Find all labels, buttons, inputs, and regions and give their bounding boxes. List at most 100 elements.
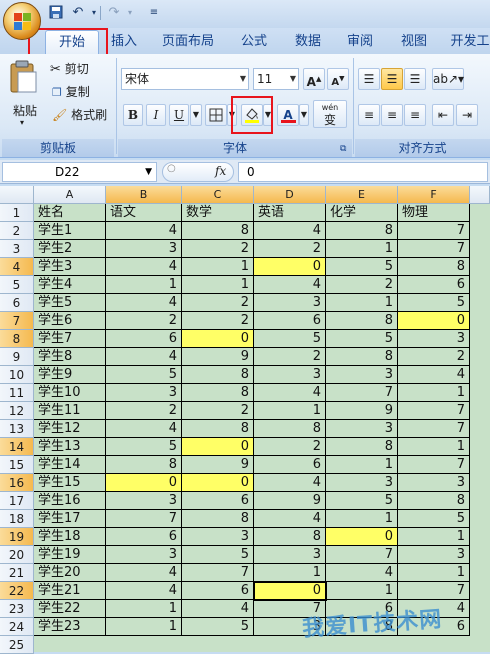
table-cell[interactable]: 2 xyxy=(182,240,254,258)
table-cell[interactable]: 学生8 xyxy=(34,348,106,366)
header-cell[interactable]: 物理 xyxy=(398,204,470,222)
table-cell[interactable]: 3 xyxy=(106,240,182,258)
undo-icon[interactable]: ↶ xyxy=(70,5,86,21)
table-cell[interactable]: 1 xyxy=(326,510,398,528)
table-cell[interactable]: 7 xyxy=(398,420,470,438)
table-cell[interactable]: 8 xyxy=(106,456,182,474)
tab-formulas[interactable]: 公式 xyxy=(232,30,276,54)
row-header-24[interactable]: 24 xyxy=(0,618,34,636)
table-cell[interactable]: 3 xyxy=(254,546,326,564)
table-cell[interactable]: 学生16 xyxy=(34,492,106,510)
table-cell[interactable]: 2 xyxy=(254,348,326,366)
row-header-19[interactable]: 19 xyxy=(0,528,34,546)
column-header-e[interactable]: E xyxy=(326,186,398,204)
table-cell[interactable]: 4 xyxy=(106,222,182,240)
table-cell[interactable]: 2 xyxy=(254,240,326,258)
table-cell[interactable]: 0 xyxy=(182,330,254,348)
align-center-button[interactable]: ≡ xyxy=(381,104,403,126)
table-cell[interactable]: 1 xyxy=(326,582,398,600)
row-header-13[interactable]: 13 xyxy=(0,420,34,438)
customize-toolbar-icon[interactable]: ≡ xyxy=(146,5,162,21)
table-cell[interactable]: 0 xyxy=(182,474,254,492)
table-cell[interactable]: 3 xyxy=(398,546,470,564)
table-cell[interactable]: 9 xyxy=(182,456,254,474)
table-cell[interactable]: 4 xyxy=(106,582,182,600)
table-cell[interactable]: 4 xyxy=(106,564,182,582)
table-cell[interactable]: 6 xyxy=(182,582,254,600)
italic-button[interactable]: I xyxy=(146,104,166,126)
tab-developer[interactable]: 开发工 xyxy=(446,30,490,54)
table-cell[interactable]: 5 xyxy=(398,510,470,528)
table-cell[interactable]: 8 xyxy=(182,384,254,402)
tab-view[interactable]: 视图 xyxy=(392,30,436,54)
row-header-16[interactable]: 16 xyxy=(0,474,34,492)
align-left-button[interactable]: ≡ xyxy=(358,104,380,126)
table-cell[interactable]: 7 xyxy=(398,240,470,258)
table-cell[interactable]: 6 xyxy=(398,276,470,294)
header-cell[interactable]: 语文 xyxy=(106,204,182,222)
table-cell[interactable]: 2 xyxy=(182,294,254,312)
borders-button[interactable] xyxy=(205,104,227,126)
row-header-9[interactable]: 9 xyxy=(0,348,34,366)
redo-dropdown-icon[interactable]: ▾ xyxy=(122,5,138,21)
table-cell[interactable]: 1 xyxy=(182,258,254,276)
table-cell[interactable]: 1 xyxy=(398,438,470,456)
table-cell[interactable]: 3 xyxy=(326,474,398,492)
align-middle-button[interactable]: ☰ xyxy=(381,68,403,90)
row-header-11[interactable]: 11 xyxy=(0,384,34,402)
table-cell[interactable]: 4 xyxy=(398,366,470,384)
table-cell[interactable]: 学生10 xyxy=(34,384,106,402)
row-header-1[interactable]: 1 xyxy=(0,204,34,222)
bold-button[interactable]: B xyxy=(123,104,143,126)
row-header-10[interactable]: 10 xyxy=(0,366,34,384)
table-cell[interactable]: 2 xyxy=(326,276,398,294)
table-cell[interactable]: 学生12 xyxy=(34,420,106,438)
table-cell[interactable]: 学生14 xyxy=(34,456,106,474)
table-cell[interactable]: 3 xyxy=(326,366,398,384)
table-cell[interactable]: 学生21 xyxy=(34,582,106,600)
row-header-20[interactable]: 20 xyxy=(0,546,34,564)
table-cell[interactable]: 学生19 xyxy=(34,546,106,564)
table-cell[interactable]: 0 xyxy=(398,312,470,330)
table-cell[interactable]: 学生6 xyxy=(34,312,106,330)
table-cell[interactable]: 4 xyxy=(106,294,182,312)
column-header-b[interactable]: B xyxy=(106,186,182,204)
table-cell[interactable]: 9 xyxy=(254,492,326,510)
select-all-corner[interactable] xyxy=(0,186,34,204)
table-cell[interactable]: 0 xyxy=(182,438,254,456)
table-cell[interactable]: 1 xyxy=(398,384,470,402)
table-cell[interactable]: 0 xyxy=(326,528,398,546)
table-cell[interactable]: 学生17 xyxy=(34,510,106,528)
table-cell[interactable]: 3 xyxy=(326,420,398,438)
table-cell[interactable]: 1 xyxy=(106,276,182,294)
name-box[interactable]: D22 ▼ xyxy=(2,162,157,182)
align-bottom-button[interactable]: ☰ xyxy=(404,68,426,90)
table-cell[interactable]: 8 xyxy=(326,438,398,456)
shrink-font-button[interactable]: A▼ xyxy=(327,68,349,90)
table-cell[interactable]: 学生2 xyxy=(34,240,106,258)
table-cell[interactable]: 1 xyxy=(398,564,470,582)
table-cell[interactable]: 5 xyxy=(254,330,326,348)
table-cell[interactable]: 4 xyxy=(254,222,326,240)
table-cell[interactable]: 学生3 xyxy=(34,258,106,276)
tab-page-layout[interactable]: 页面布局 xyxy=(156,30,220,54)
table-cell[interactable]: 7 xyxy=(326,546,398,564)
table-cell[interactable]: 学生23 xyxy=(34,618,106,636)
table-cell[interactable]: 8 xyxy=(326,222,398,240)
table-cell[interactable]: 学生7 xyxy=(34,330,106,348)
table-cell[interactable]: 3 xyxy=(254,294,326,312)
table-cell[interactable]: 1 xyxy=(398,528,470,546)
table-cell[interactable]: 3 xyxy=(254,366,326,384)
table-cell[interactable]: 学生15 xyxy=(34,474,106,492)
table-cell[interactable]: 2 xyxy=(254,438,326,456)
underline-button[interactable]: U xyxy=(169,104,189,126)
row-header-23[interactable]: 23 xyxy=(0,600,34,618)
row-header-12[interactable]: 12 xyxy=(0,402,34,420)
row-header-5[interactable]: 5 xyxy=(0,276,34,294)
table-cell[interactable]: 4 xyxy=(182,600,254,618)
row-header-3[interactable]: 3 xyxy=(0,240,34,258)
underline-dropdown[interactable]: ▼ xyxy=(190,104,202,126)
table-cell[interactable]: 9 xyxy=(326,402,398,420)
office-button[interactable] xyxy=(3,2,41,40)
table-cell[interactable]: 8 xyxy=(326,348,398,366)
